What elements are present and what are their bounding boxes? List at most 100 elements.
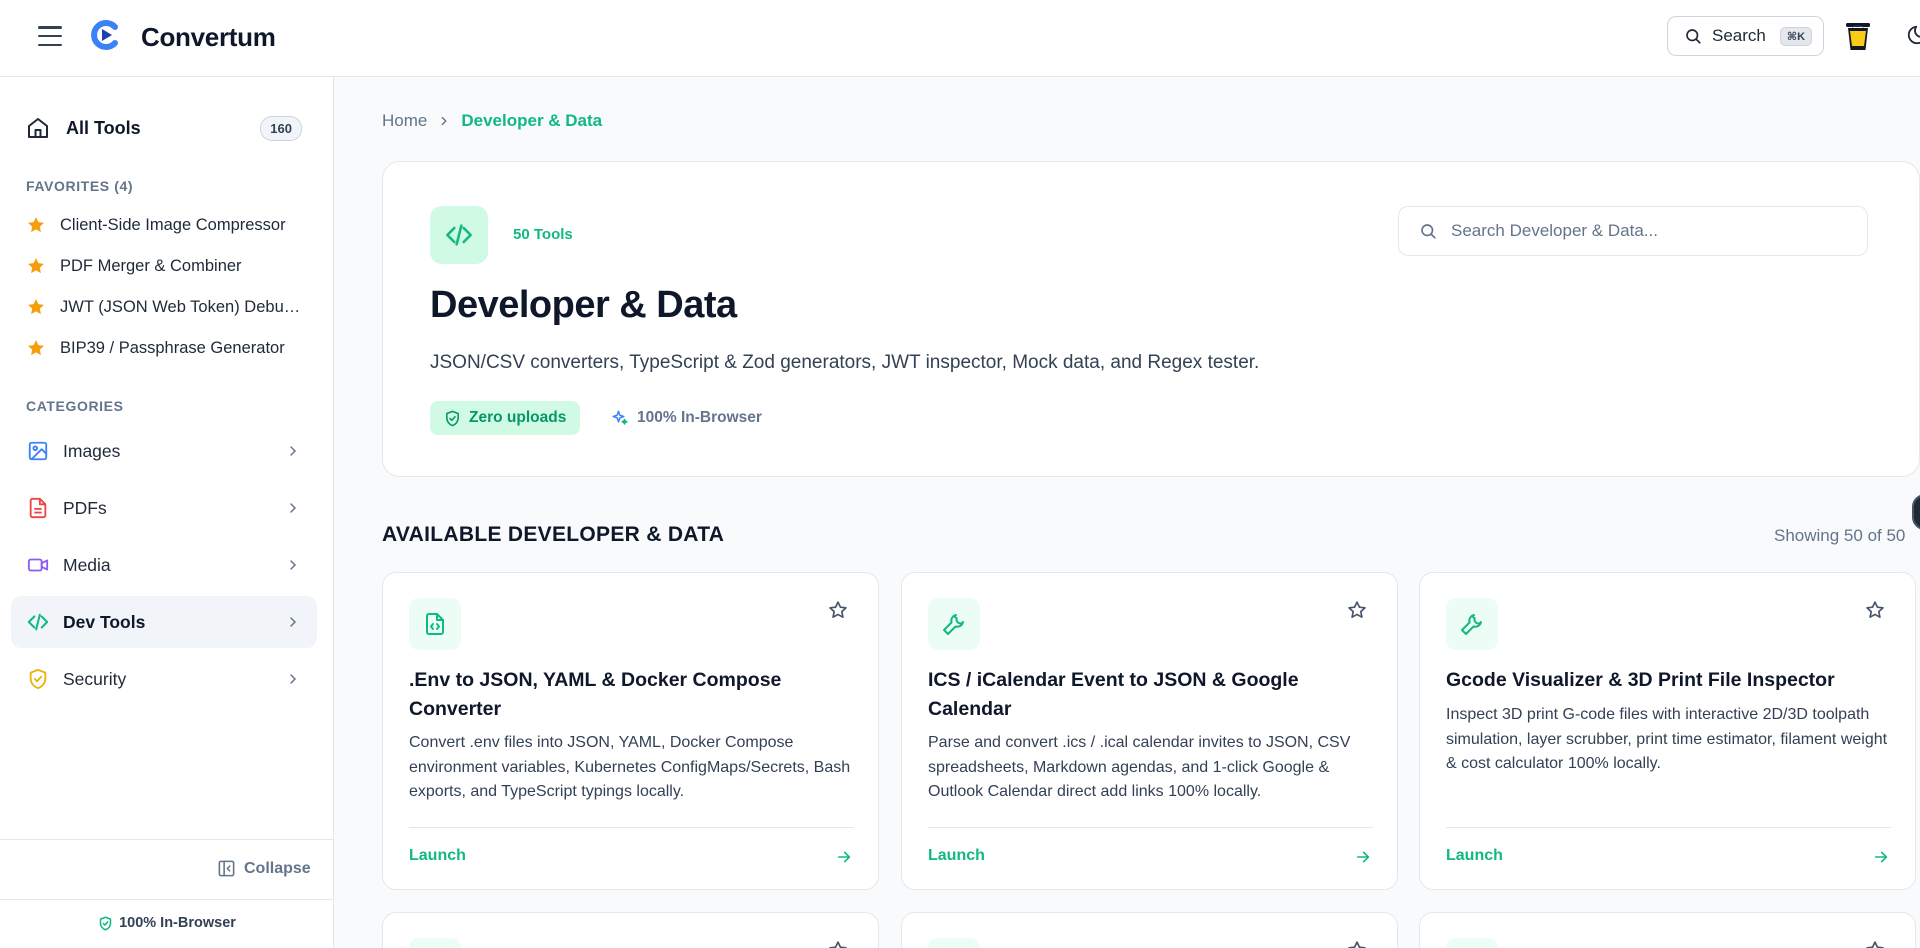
coffee-cup-icon[interactable] <box>1845 20 1871 52</box>
sidebar-item-dev-tools[interactable]: Dev Tools <box>11 596 317 648</box>
shield-check-icon <box>29 668 47 690</box>
chevron-right-icon <box>290 560 297 570</box>
sidebar: All Tools 160 FAVORITES (4) Client-Side … <box>0 77 334 948</box>
wrench-icon <box>943 614 964 635</box>
favorite-star-icon[interactable] <box>1865 600 1885 620</box>
tool-card[interactable] <box>1419 912 1916 948</box>
star-filled-icon <box>28 340 44 356</box>
chevron-right-icon <box>290 674 297 684</box>
arrow-right-icon[interactable] <box>1355 849 1371 865</box>
menu-icon[interactable] <box>38 26 62 46</box>
chevron-right-icon <box>290 446 297 456</box>
favorite-item[interactable]: PDF Merger & Combiner <box>26 251 306 281</box>
favorite-star-icon[interactable] <box>1347 600 1367 620</box>
zero-uploads-badge: Zero uploads <box>430 401 581 435</box>
tool-card[interactable] <box>382 912 879 948</box>
code-icon <box>446 224 472 246</box>
floating-handle[interactable] <box>1912 494 1920 530</box>
card-divider <box>928 827 1373 828</box>
chevron-right-icon <box>441 116 448 126</box>
chevron-right-icon <box>290 503 297 513</box>
launch-link[interactable]: Launch <box>928 847 985 865</box>
in-browser-footer-label: 100% In-Browser <box>119 915 236 931</box>
sidebar-collapse-icon <box>218 860 235 877</box>
sidebar-item-security[interactable]: Security <box>11 653 317 705</box>
favorite-label: Client-Side Image Compressor <box>60 215 286 234</box>
tool-icon-tile <box>928 938 980 948</box>
sidebar-divider <box>0 839 334 840</box>
moon-icon[interactable] <box>1906 24 1920 46</box>
tool-title[interactable]: Gcode Visualizer & 3D Print File Inspect… <box>1446 666 1891 695</box>
favorite-item[interactable]: BIP39 / Passphrase Generator <box>26 333 306 363</box>
top-header: Convertum Search ⌘K <box>0 0 1920 77</box>
tool-description: Convert .env files into JSON, YAML, Dock… <box>409 734 851 800</box>
favorite-star-icon[interactable] <box>828 600 848 620</box>
home-icon <box>28 118 48 138</box>
tool-card[interactable]: ICS / iCalendar Event to JSON & Google C… <box>901 572 1398 890</box>
category-label: PDFs <box>63 497 107 518</box>
sidebar-item-pdfs[interactable]: PDFs <box>11 482 317 534</box>
tool-icon-tile <box>1446 598 1498 650</box>
shield-check-icon <box>99 916 112 930</box>
search-icon <box>1421 224 1436 239</box>
results-count: Showing 50 of 50 <box>1774 526 1906 545</box>
sidebar-item-media[interactable]: Media <box>11 539 317 591</box>
launch-link[interactable]: Launch <box>1446 847 1503 865</box>
star-filled-icon <box>28 258 44 274</box>
all-tools-count-badge: 160 <box>260 115 302 141</box>
page-title: Developer & Data <box>430 284 737 326</box>
file-code-icon <box>426 613 444 635</box>
file-text-icon <box>29 497 47 519</box>
collapse-sidebar-button[interactable]: Collapse <box>217 859 311 878</box>
tool-card[interactable]: .Env to JSON, YAML & Docker Compose Conv… <box>382 572 879 890</box>
tool-title[interactable]: .Env to JSON, YAML & Docker Compose Conv… <box>409 666 854 724</box>
card-divider <box>1446 827 1891 828</box>
app-name[interactable]: Convertum <box>141 22 276 53</box>
favorite-star-icon[interactable] <box>1347 940 1367 948</box>
tool-count: 50 Tools <box>513 226 573 243</box>
sparkles-icon <box>612 410 628 425</box>
category-hero-card: 50 Tools Developer & Data JSON/CSV conve… <box>382 161 1920 477</box>
sidebar-item-images[interactable]: Images <box>11 425 317 477</box>
favorite-star-icon[interactable] <box>1865 940 1885 948</box>
all-tools-label: All Tools <box>66 117 141 138</box>
sidebar-divider <box>0 899 334 900</box>
favorite-item[interactable]: JWT (JSON Web Token) Debugger <box>26 292 306 322</box>
favorite-label: BIP39 / Passphrase Generator <box>60 338 285 357</box>
search-label: Search <box>1712 26 1766 45</box>
section-title: AVAILABLE DEVELOPER & DATA <box>382 523 725 546</box>
category-label: Dev Tools <box>63 611 146 632</box>
star-filled-icon <box>28 217 44 233</box>
category-label: Security <box>63 668 127 689</box>
breadcrumb-home[interactable]: Home <box>382 111 427 131</box>
chevron-right-icon <box>290 617 297 627</box>
favorite-star-icon[interactable] <box>828 940 848 948</box>
wrench-icon <box>1461 614 1482 635</box>
tool-icon-tile <box>928 598 980 650</box>
zero-uploads-label: Zero uploads <box>469 409 567 426</box>
breadcrumb: Home Developer & Data <box>382 111 602 131</box>
in-browser-badge: 100% In-Browser <box>611 401 762 435</box>
arrow-right-icon[interactable] <box>1873 849 1889 865</box>
category-label: Media <box>63 554 111 575</box>
sidebar-item-all-tools[interactable]: All Tools 160 <box>26 111 302 145</box>
arrow-right-icon[interactable] <box>836 849 852 865</box>
tool-icon-tile <box>409 598 461 650</box>
category-search-field[interactable] <box>1398 206 1868 256</box>
convertum-logo-icon[interactable] <box>88 18 122 52</box>
launch-link[interactable]: Launch <box>409 847 466 865</box>
tool-card[interactable]: Gcode Visualizer & 3D Print File Inspect… <box>1419 572 1916 890</box>
favorites-heading: FAVORITES (4) <box>26 178 134 194</box>
category-label: Images <box>63 440 121 461</box>
tool-card[interactable] <box>901 912 1398 948</box>
favorite-label: PDF Merger & Combiner <box>60 256 242 275</box>
page-description: JSON/CSV converters, TypeScript & Zod ge… <box>430 352 1260 373</box>
card-divider <box>409 827 854 828</box>
global-search-button[interactable]: Search ⌘K <box>1667 16 1824 56</box>
category-search-input[interactable] <box>1451 221 1851 241</box>
tool-icon-tile <box>409 938 461 948</box>
search-shortcut: ⌘K <box>1779 26 1813 46</box>
tool-title[interactable]: ICS / iCalendar Event to JSON & Google C… <box>928 666 1373 724</box>
favorite-item[interactable]: Client-Side Image Compressor <box>26 210 306 240</box>
tool-description: Inspect 3D print G-code files with inter… <box>1446 706 1888 772</box>
